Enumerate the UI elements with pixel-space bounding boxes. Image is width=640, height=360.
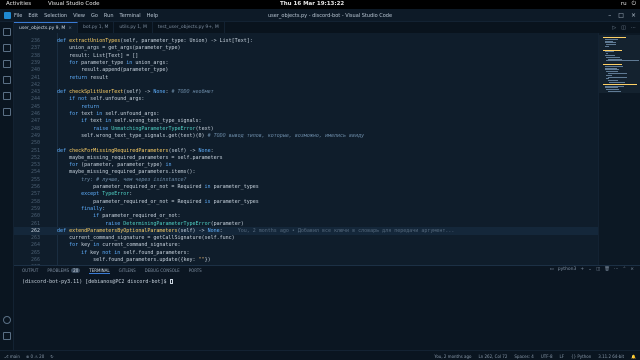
eol-status[interactable]: LF: [560, 354, 565, 359]
close-icon[interactable]: ×: [631, 12, 636, 19]
run-debug-icon[interactable]: [3, 76, 11, 84]
bell-icon[interactable]: 🔔: [631, 354, 636, 359]
problems-indicator[interactable]: ⊗ 0 ⚠ 20: [26, 354, 44, 359]
editor-tabs: user_objects.py 9, M × bot.py 1, M utils.…: [14, 22, 640, 33]
minimap-line: [607, 76, 627, 78]
trash-icon[interactable]: 🗑: [604, 267, 610, 272]
tab-bot[interactable]: bot.py 1, M: [78, 22, 115, 33]
terminal-output[interactable]: (discord-bot-py3.11) [debianos@PC2 disco…: [22, 279, 173, 285]
close-icon[interactable]: ×: [68, 23, 72, 34]
git-blame-status[interactable]: You, 2 months ago: [434, 354, 471, 359]
clock[interactable]: Thu 16 Mar 19:13:22: [280, 1, 344, 7]
menu-help[interactable]: Help: [147, 13, 158, 19]
system-tray[interactable]: ru ⏻: [621, 1, 636, 8]
activities-button[interactable]: Activities: [6, 1, 31, 7]
problems-count-badge: 20: [71, 268, 81, 273]
tab-label: user_objects.py 9, M: [19, 25, 66, 31]
menu-terminal[interactable]: Terminal: [120, 13, 141, 19]
minimap-line: [607, 91, 622, 92]
run-icon[interactable]: ▷: [612, 25, 616, 31]
vscode-logo-icon: [4, 12, 11, 19]
add-terminal-icon[interactable]: +: [580, 267, 584, 272]
more-actions-icon[interactable]: ⋯: [614, 267, 619, 272]
menu-go[interactable]: Go: [91, 13, 98, 19]
bottom-panel: OUTPUT PROBLEMS 20 TERMINAL GITLENS DEBUG…: [14, 265, 640, 350]
minimize-icon[interactable]: –: [608, 12, 611, 19]
shell-label[interactable]: python3: [558, 267, 577, 272]
editor-actions: ▷ ◫ ⋯: [612, 22, 640, 33]
tab-label: PROBLEMS: [47, 268, 70, 273]
window-title: user_objects.py - discord-bot - Visual S…: [268, 13, 393, 19]
tab-label: utils.py 1, M: [119, 25, 147, 30]
menu-run[interactable]: Run: [104, 13, 114, 19]
terminal-cursor: [169, 279, 173, 284]
testing-icon[interactable]: [3, 108, 11, 116]
extensions-icon[interactable]: [3, 92, 11, 100]
minimap-line: [604, 46, 610, 47]
window-title-bar: File Edit Selection View Go Run Terminal…: [0, 9, 640, 22]
tab-label: test_user_objects.py 9+, M: [157, 25, 219, 30]
minimap[interactable]: [598, 33, 640, 265]
panel-actions: ▭ python3 + ⌄ ◫ 🗑 ⋯ ⌃ ×: [550, 267, 634, 272]
close-icon[interactable]: ×: [630, 267, 634, 272]
keyboard-layout-indicator[interactable]: ru: [621, 1, 627, 8]
cursor-position[interactable]: Ln 262, Col 72: [478, 354, 507, 359]
tab-user-objects[interactable]: user_objects.py 9, M ×: [14, 22, 79, 34]
account-icon[interactable]: [3, 316, 11, 324]
app-menu[interactable]: Visual Studio Code: [48, 1, 100, 7]
code-editor[interactable]: 236 def extractUnionTypes(self, paramete…: [14, 33, 598, 265]
search-icon[interactable]: [3, 44, 11, 52]
tab-output[interactable]: OUTPUT: [22, 268, 38, 274]
menu-bar: File Edit Selection View Go Run Terminal…: [14, 13, 158, 19]
indentation-status[interactable]: Spaces: 4: [514, 354, 533, 359]
interpreter-status[interactable]: 3.11.2 64-bit: [598, 354, 624, 359]
tab-utils[interactable]: utils.py 1, M: [114, 22, 153, 33]
activity-bar: [0, 22, 14, 350]
menu-view[interactable]: View: [73, 13, 85, 19]
gear-icon[interactable]: [3, 332, 11, 340]
menu-file[interactable]: File: [14, 13, 22, 19]
tab-debug-console[interactable]: DEBUG CONSOLE: [145, 268, 180, 274]
tab-terminal[interactable]: TERMINAL: [89, 268, 110, 274]
tab-ports[interactable]: PORTS: [189, 268, 202, 274]
status-bar: ⎇ main ⊗ 0 ⚠ 20 ↻ You, 2 months ago Ln 2…: [0, 350, 640, 360]
tab-label: bot.py 1, M: [83, 25, 109, 30]
tab-test-user-objects[interactable]: test_user_objects.py 9+, M: [153, 22, 225, 33]
panel-tabs: OUTPUT PROBLEMS 20 TERMINAL GITLENS DEBUG…: [22, 268, 202, 274]
menu-selection[interactable]: Selection: [44, 13, 67, 19]
window-controls: – □ ×: [608, 12, 636, 19]
menu-edit[interactable]: Edit: [28, 13, 38, 19]
encoding-status[interactable]: UTF-8: [541, 354, 553, 359]
minimap-line: [606, 60, 640, 62]
chevron-down-icon[interactable]: ⌄: [588, 267, 592, 272]
tab-problems[interactable]: PROBLEMS 20: [47, 268, 81, 274]
sync-icon[interactable]: ↻: [50, 354, 53, 359]
source-control-icon[interactable]: [3, 60, 11, 68]
system-top-bar: Activities Visual Studio Code Thu 16 Mar…: [0, 0, 640, 9]
tab-gitlens[interactable]: GITLENS: [119, 268, 136, 274]
language-mode[interactable]: {} Python: [571, 354, 591, 359]
power-icon[interactable]: ⏻: [632, 1, 636, 8]
split-terminal-icon[interactable]: ◫: [596, 267, 600, 272]
maximize-panel-icon[interactable]: ⌃: [622, 267, 626, 272]
explorer-icon[interactable]: [3, 28, 11, 36]
branch-indicator[interactable]: ⎇ main: [4, 354, 20, 359]
maximize-icon[interactable]: □: [618, 12, 624, 19]
split-editor-icon[interactable]: ◫: [621, 25, 626, 31]
more-actions-icon[interactable]: ⋯: [631, 25, 636, 31]
terminal-icon: ▭: [549, 267, 554, 272]
terminal-prompt: (discord-bot-py3.11) [debianos@PC2 disco…: [22, 279, 170, 285]
